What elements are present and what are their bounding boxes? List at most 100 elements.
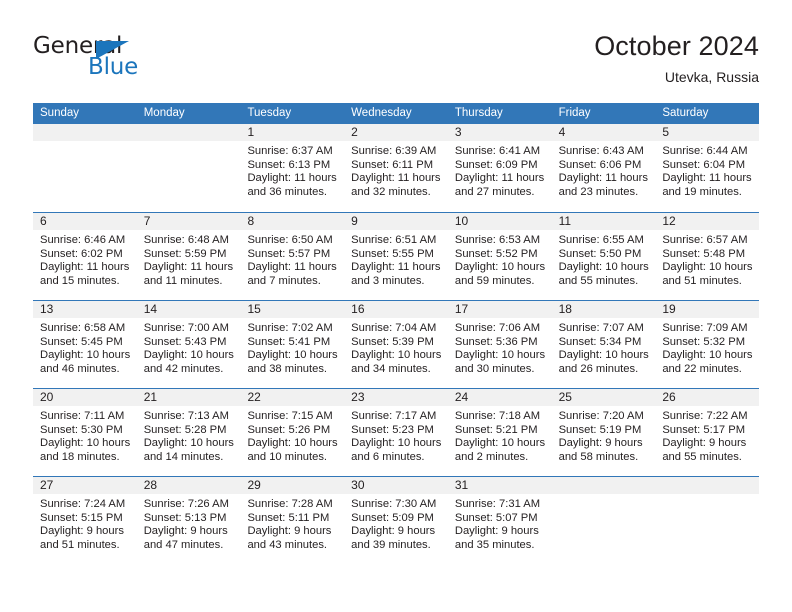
- day-sun-info: Sunrise: 7:13 AM Sunset: 5:28 PM Daylight:…: [137, 406, 241, 464]
- day-info-line: and 18 minutes.: [40, 450, 120, 463]
- day-number: 8: [240, 213, 345, 230]
- calendar-day-cell[interactable]: 16 Sunrise: 7:04 AM Sunset: 5:39 PM Dayligh…: [344, 301, 448, 388]
- day-number: 7: [136, 213, 241, 230]
- calendar-week-row: 20 Sunrise: 7:11 AM Sunset: 5:30 PM Dayligh…: [33, 388, 760, 476]
- calendar-day-cell[interactable]: 27 Sunrise: 7:24 AM Sunset: 5:15 PM Dayligh…: [33, 477, 137, 564]
- day-number: 18: [551, 301, 656, 318]
- calendar-day-cell[interactable]: 1 Sunrise: 6:37 AM Sunset: 6:13 PM Daylight…: [240, 124, 345, 212]
- day-info-line: and 39 minutes.: [351, 538, 431, 551]
- calendar-week-row: 13 Sunrise: 6:58 AM Sunset: 5:45 PM Dayligh…: [33, 300, 760, 388]
- day-number: 23: [344, 389, 448, 406]
- day-info-line: Daylight: 10 hours: [143, 349, 234, 362]
- calendar-day-cell[interactable]: 30 Sunrise: 7:30 AM Sunset: 5:09 PM Dayligh…: [344, 477, 448, 564]
- day-info-line: and 3 minutes.: [351, 274, 425, 287]
- day-info-line: Sunrise: 6:55 AM: [558, 234, 644, 246]
- calendar-day-cell[interactable]: 9 Sunrise: 6:51 AM Sunset: 5:55 PM Daylight…: [344, 213, 448, 300]
- day-info-line: Sunset: 5:43 PM: [143, 335, 227, 348]
- day-sun-info: Sunrise: 6:46 AM Sunset: 6:02 PM Daylight:…: [33, 230, 137, 288]
- day-info-line: Daylight: 10 hours: [454, 437, 546, 450]
- day-sun-info: Sunrise: 6:53 AM Sunset: 5:52 PM Daylight:…: [448, 230, 552, 288]
- day-info-line: and 55 minutes.: [558, 274, 639, 287]
- day-info-line: Sunrise: 6:37 AM: [247, 145, 333, 157]
- day-info-line: Sunset: 5:55 PM: [351, 247, 434, 260]
- day-info-line: Sunset: 5:26 PM: [247, 423, 331, 436]
- calendar-day-cell[interactable]: 10 Sunrise: 6:53 AM Sunset: 5:52 PM Dayligh…: [447, 213, 552, 300]
- day-sun-info: Sunrise: 6:43 AM Sunset: 6:06 PM Daylight:…: [552, 141, 656, 199]
- calendar-day-cell[interactable]: 25 Sunrise: 7:20 AM Sunset: 5:19 PM Dayligh…: [551, 389, 656, 476]
- calendar-day-cell[interactable]: 26 Sunrise: 7:22 AM Sunset: 5:17 PM Dayligh…: [655, 389, 760, 476]
- weekday-header-thursday: Thursday: [454, 107, 503, 119]
- day-info-line: Daylight: 10 hours: [247, 437, 338, 450]
- day-number: 15: [240, 301, 345, 318]
- day-info-line: and 46 minutes.: [40, 362, 120, 375]
- calendar-day-cell[interactable]: 20 Sunrise: 7:11 AM Sunset: 5:30 PM Dayligh…: [33, 389, 137, 476]
- day-number: 26: [655, 389, 760, 406]
- calendar-day-cell[interactable]: 15 Sunrise: 7:02 AM Sunset: 5:41 PM Dayligh…: [240, 301, 345, 388]
- calendar-day-cell[interactable]: 2 Sunrise: 6:39 AM Sunset: 6:11 PM Daylight…: [344, 124, 448, 212]
- calendar-day-cell[interactable]: 22 Sunrise: 7:15 AM Sunset: 5:26 PM Dayligh…: [240, 389, 345, 476]
- day-info-line: Daylight: 9 hours: [247, 525, 332, 538]
- calendar-day-cell[interactable]: 24 Sunrise: 7:18 AM Sunset: 5:21 PM Dayligh…: [447, 389, 552, 476]
- day-number: 3: [447, 124, 552, 141]
- day-info-line: Sunrise: 6:57 AM: [662, 234, 748, 246]
- calendar-day-cell[interactable]: 6 Sunrise: 6:46 AM Sunset: 6:02 PM Daylight…: [33, 213, 137, 300]
- day-info-line: Sunset: 5:41 PM: [247, 335, 331, 348]
- day-sun-info: [137, 141, 241, 145]
- calendar-day-cell[interactable]: 28 Sunrise: 7:26 AM Sunset: 5:13 PM Dayligh…: [136, 477, 241, 564]
- day-info-line: and 10 minutes.: [247, 450, 328, 463]
- day-number: 25: [551, 389, 656, 406]
- day-sun-info: Sunrise: 6:50 AM Sunset: 5:57 PM Daylight:…: [240, 230, 344, 288]
- day-number: 1: [240, 124, 345, 141]
- calendar-day-cell[interactable]: 21 Sunrise: 7:13 AM Sunset: 5:28 PM Dayligh…: [136, 389, 241, 476]
- calendar-day-cell[interactable]: 17 Sunrise: 7:06 AM Sunset: 5:36 PM Dayligh…: [447, 301, 552, 388]
- day-number: [33, 124, 137, 141]
- title-block: October 2024 Utevka, Russia: [594, 30, 759, 87]
- calendar-day-cell[interactable]: 23 Sunrise: 7:17 AM Sunset: 5:23 PM Dayligh…: [344, 389, 448, 476]
- day-sun-info: [655, 494, 759, 498]
- calendar-day-cell[interactable]: 31 Sunrise: 7:31 AM Sunset: 5:07 PM Dayligh…: [447, 477, 552, 564]
- day-info-line: Sunset: 6:13 PM: [247, 158, 331, 171]
- day-sun-info: Sunrise: 7:31 AM Sunset: 5:07 PM Daylight:…: [448, 494, 552, 552]
- calendar-day-cell[interactable]: 19 Sunrise: 7:09 AM Sunset: 5:32 PM Dayligh…: [655, 301, 760, 388]
- calendar-day-cell[interactable]: 3 Sunrise: 6:41 AM Sunset: 6:09 PM Daylight…: [447, 124, 552, 212]
- day-info-line: Sunset: 5:45 PM: [40, 335, 123, 348]
- day-info-line: Sunset: 6:04 PM: [662, 158, 746, 171]
- day-number: 17: [447, 301, 552, 318]
- calendar-day-cell[interactable]: 12 Sunrise: 6:57 AM Sunset: 5:48 PM Dayligh…: [655, 213, 760, 300]
- day-info-line: Sunrise: 6:43 AM: [558, 145, 644, 157]
- day-info-line: Sunset: 5:07 PM: [454, 511, 538, 524]
- day-sun-info: Sunrise: 7:09 AM Sunset: 5:32 PM Daylight:…: [655, 318, 759, 376]
- weekday-header-tuesday: Tuesday: [247, 107, 292, 119]
- day-info-line: Sunrise: 6:50 AM: [247, 234, 333, 246]
- page-title: October 2024: [594, 31, 759, 61]
- calendar-day-cell[interactable]: 7 Sunrise: 6:48 AM Sunset: 5:59 PM Daylight…: [136, 213, 241, 300]
- day-number: 4: [551, 124, 656, 141]
- day-number: 20: [33, 389, 137, 406]
- day-info-line: and 15 minutes.: [40, 274, 120, 287]
- calendar-day-cell[interactable]: 18 Sunrise: 7:07 AM Sunset: 5:34 PM Dayligh…: [551, 301, 656, 388]
- day-info-line: and 51 minutes.: [40, 538, 120, 551]
- day-info-line: Daylight: 10 hours: [40, 437, 131, 450]
- general-blue-logo[interactable]: General Blue: [33, 33, 233, 89]
- weekday-header-row: Sunday Monday Tuesday Wednesday Thursday Frid…: [33, 103, 759, 124]
- calendar-day-cell[interactable]: 13 Sunrise: 6:58 AM Sunset: 5:45 PM Dayligh…: [33, 301, 137, 388]
- day-info-line: Daylight: 10 hours: [662, 261, 753, 274]
- calendar-day-cell[interactable]: 14 Sunrise: 7:00 AM Sunset: 5:43 PM Dayligh…: [136, 301, 241, 388]
- day-info-line: and 19 minutes.: [662, 185, 742, 198]
- day-sun-info: [33, 141, 137, 145]
- day-info-line: and 36 minutes.: [247, 185, 328, 198]
- day-info-line: Daylight: 11 hours: [558, 172, 648, 185]
- calendar-day-cell[interactable]: 11 Sunrise: 6:55 AM Sunset: 5:50 PM Dayligh…: [551, 213, 656, 300]
- day-info-line: and 7 minutes.: [247, 274, 321, 287]
- day-info-line: Sunrise: 7:13 AM: [143, 410, 229, 422]
- day-number: 22: [240, 389, 345, 406]
- calendar-weeks: 1 Sunrise: 6:37 AM Sunset: 6:13 PM Daylight…: [33, 124, 760, 564]
- calendar-day-cell[interactable]: 4 Sunrise: 6:43 AM Sunset: 6:06 PM Daylight…: [551, 124, 656, 212]
- calendar-day-cell[interactable]: 5 Sunrise: 6:44 AM Sunset: 6:04 PM Daylight…: [655, 124, 760, 212]
- day-info-line: Sunrise: 6:48 AM: [143, 234, 229, 246]
- day-number: [551, 477, 656, 494]
- day-info-line: Daylight: 10 hours: [351, 349, 442, 362]
- weekday-header-wednesday: Wednesday: [351, 107, 412, 119]
- calendar-day-cell[interactable]: 8 Sunrise: 6:50 AM Sunset: 5:57 PM Daylight…: [240, 213, 345, 300]
- calendar-day-cell[interactable]: 29 Sunrise: 7:28 AM Sunset: 5:11 PM Dayligh…: [240, 477, 345, 564]
